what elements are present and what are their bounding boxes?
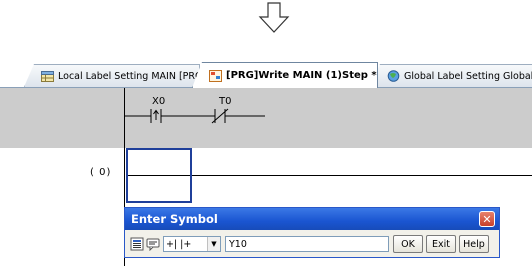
tab-local-label-setting[interactable]: Local Label Setting MAIN [PRG] xyxy=(24,64,200,87)
instruction-type-value: +| |+ xyxy=(166,238,192,250)
exit-button[interactable]: Exit xyxy=(426,235,456,253)
enter-symbol-dialog: Enter Symbol ✕ +| |+ ▼ OK Exit Help xyxy=(124,207,500,258)
ok-button[interactable]: OK xyxy=(393,235,423,253)
ladder-program-icon xyxy=(209,69,222,82)
tab-label: Local Label Setting MAIN [PRG] xyxy=(58,70,207,82)
comment-icon[interactable] xyxy=(145,237,160,252)
chevron-down-icon[interactable]: ▼ xyxy=(207,237,220,251)
rung-line xyxy=(192,175,532,176)
local-label-icon xyxy=(41,70,54,82)
rising-edge-contact-icon xyxy=(150,109,162,123)
global-label-icon xyxy=(387,70,400,82)
step-number: ( 0) xyxy=(90,167,112,178)
dialog-title-bar[interactable]: Enter Symbol ✕ xyxy=(125,208,499,230)
symbol-input[interactable] xyxy=(225,236,389,252)
tab-write-main[interactable]: [PRG]Write MAIN (1)Step * ✕ xyxy=(192,62,378,88)
down-arrow-icon xyxy=(258,2,290,33)
dialog-input-row: +| |+ ▼ OK Exit Help xyxy=(129,234,495,254)
instruction-type-select[interactable]: +| |+ ▼ xyxy=(163,236,221,252)
tab-global-label-setting[interactable]: Global Label Setting Global1 xyxy=(370,64,532,87)
tab-label: [PRG]Write MAIN (1)Step * xyxy=(226,70,377,81)
dialog-title: Enter Symbol xyxy=(131,212,218,226)
device-list-icon[interactable] xyxy=(129,237,144,252)
close-icon[interactable]: ✕ xyxy=(479,211,495,227)
help-button[interactable]: Help xyxy=(459,235,489,253)
ladder-cursor[interactable] xyxy=(126,148,192,203)
editor-tab-strip: Local Label Setting MAIN [PRG] [PRG]Writ… xyxy=(0,62,532,88)
ladder-contacts-rung xyxy=(125,108,265,124)
tab-label: Global Label Setting Global1 xyxy=(404,70,532,82)
